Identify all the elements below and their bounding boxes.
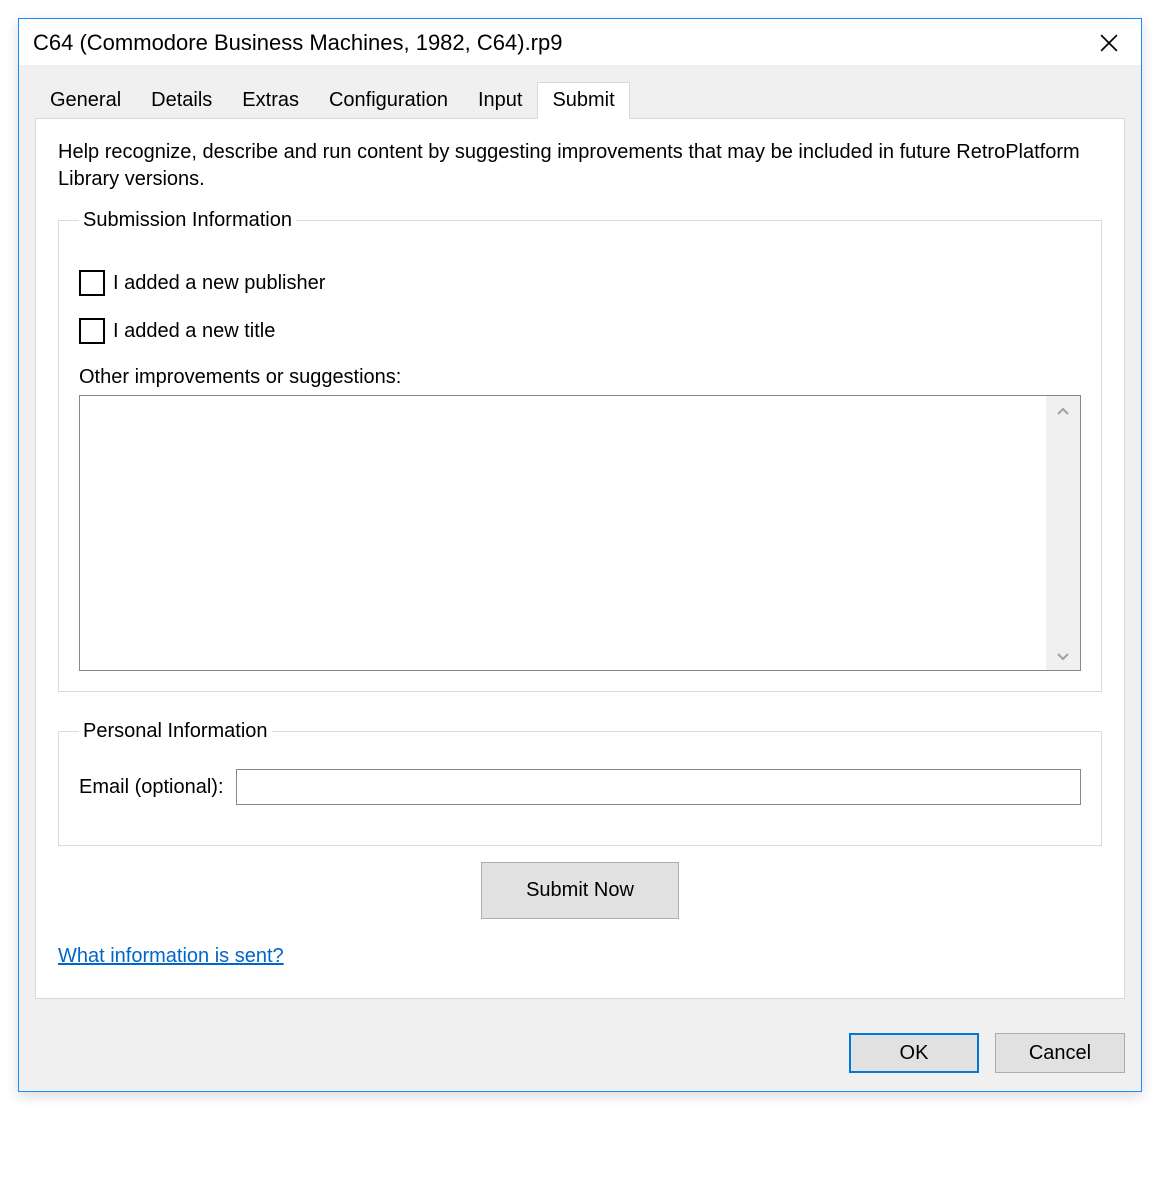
other-improvements-label: Other improvements or suggestions: [79, 366, 1081, 389]
submission-legend: Submission Information [79, 209, 296, 232]
tab-input[interactable]: Input [463, 82, 537, 119]
checkbox-publisher-label: I added a new publisher [113, 272, 325, 295]
window-title: C64 (Commodore Business Machines, 1982, … [33, 30, 562, 56]
scroll-down-icon[interactable] [1057, 648, 1069, 664]
scroll-up-icon[interactable] [1057, 402, 1069, 418]
email-row: Email (optional): [79, 743, 1081, 825]
submit-row: Submit Now [58, 862, 1102, 919]
dialog-window: C64 (Commodore Business Machines, 1982, … [18, 18, 1142, 1092]
checkbox-row-title: I added a new title [79, 318, 1081, 344]
titlebar: C64 (Commodore Business Machines, 1982, … [19, 19, 1141, 65]
checkbox-row-publisher: I added a new publisher [79, 270, 1081, 296]
intro-text: Help recognize, describe and run content… [58, 139, 1102, 193]
submission-fieldset: Submission Information I added a new pub… [58, 209, 1102, 692]
checkbox-publisher[interactable] [79, 270, 105, 296]
cancel-button[interactable]: Cancel [995, 1033, 1125, 1073]
tab-panel-submit: Help recognize, describe and run content… [35, 118, 1125, 999]
email-label: Email (optional): [79, 776, 224, 799]
submit-now-button[interactable]: Submit Now [481, 862, 679, 919]
checkbox-title-label: I added a new title [113, 320, 275, 343]
tab-details[interactable]: Details [136, 82, 227, 119]
tab-submit[interactable]: Submit [537, 82, 629, 119]
close-icon [1100, 34, 1118, 52]
what-information-link[interactable]: What information is sent? [58, 945, 284, 967]
checkbox-title[interactable] [79, 318, 105, 344]
tab-general[interactable]: General [35, 82, 136, 119]
textarea-scrollbar[interactable] [1046, 396, 1080, 670]
tabstrip: General Details Extras Configuration Inp… [35, 82, 1125, 119]
other-improvements-wrap [79, 395, 1081, 671]
email-input[interactable] [236, 769, 1081, 805]
personal-fieldset: Personal Information Email (optional): [58, 720, 1102, 846]
other-improvements-textarea[interactable] [80, 396, 1046, 670]
tab-extras[interactable]: Extras [227, 82, 314, 119]
close-button[interactable] [1089, 27, 1129, 59]
tab-configuration[interactable]: Configuration [314, 82, 463, 119]
dialog-button-bar: OK Cancel [19, 1015, 1141, 1091]
client-area: General Details Extras Configuration Inp… [19, 65, 1141, 1015]
personal-legend: Personal Information [79, 720, 272, 743]
ok-button[interactable]: OK [849, 1033, 979, 1073]
